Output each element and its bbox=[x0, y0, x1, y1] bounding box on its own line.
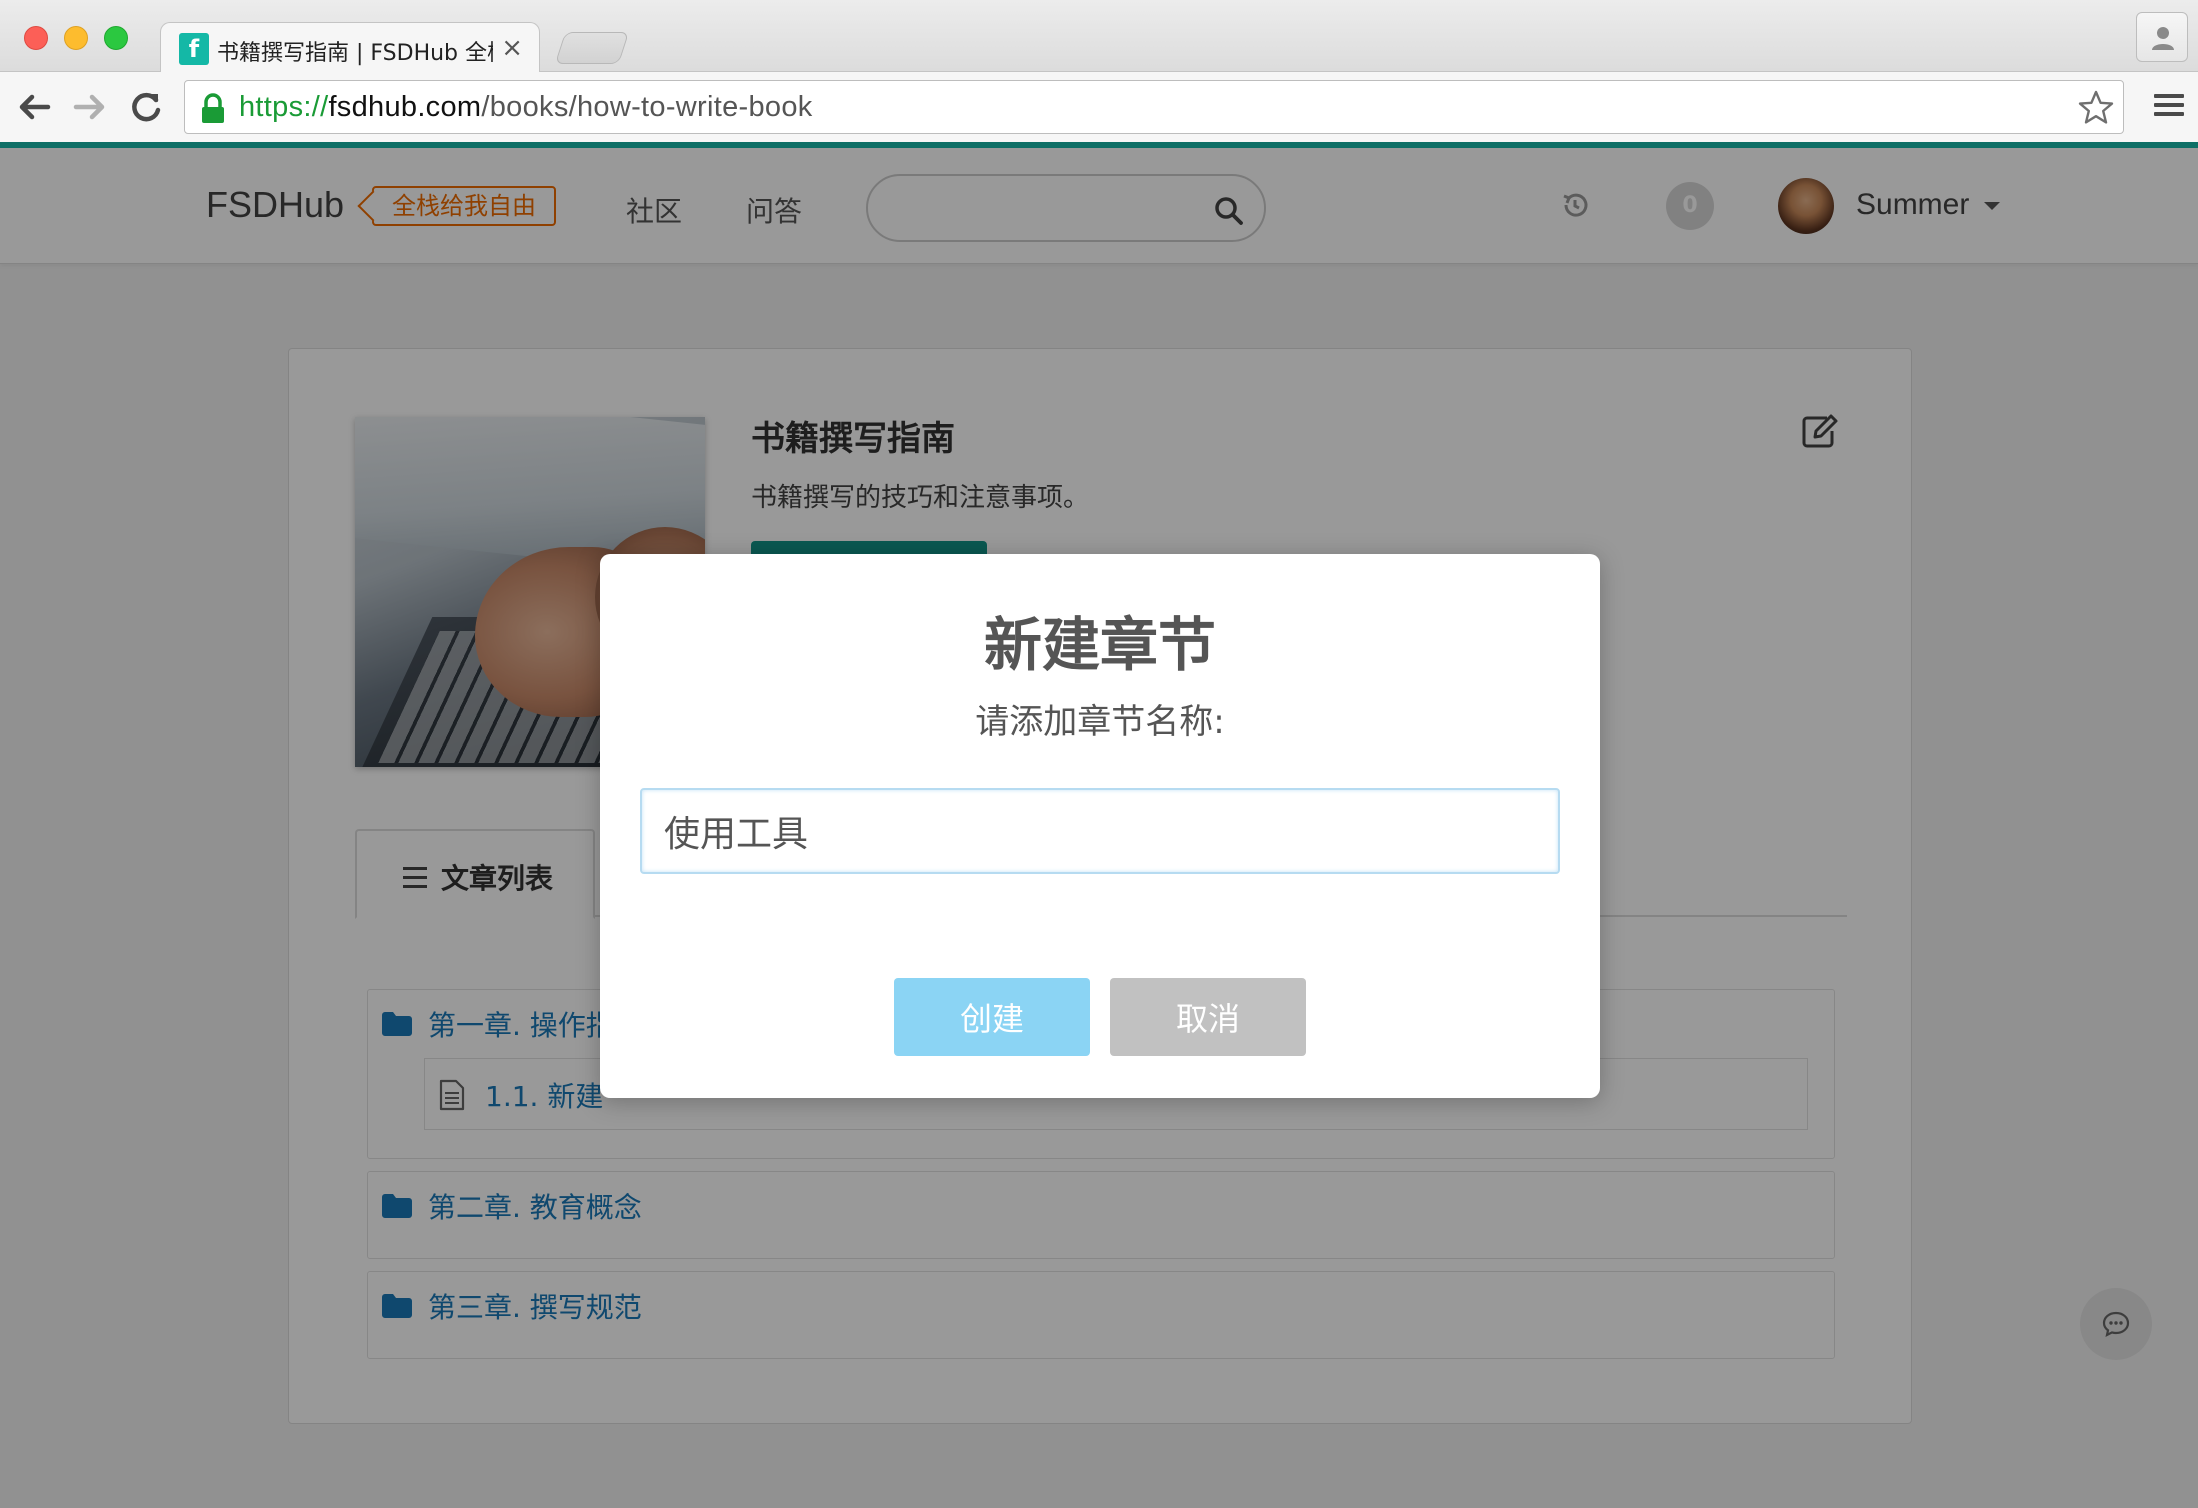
new-tab-button[interactable] bbox=[554, 32, 630, 64]
cancel-button[interactable]: 取消 bbox=[1110, 978, 1306, 1056]
site-favicon-icon: f bbox=[179, 33, 209, 65]
browser-titlebar: f 书籍撰写指南 | FSDHub 全栈 × bbox=[0, 0, 2198, 74]
url-path: /books/how-to-write-book bbox=[481, 91, 813, 123]
forward-button[interactable] bbox=[70, 88, 110, 126]
back-button[interactable] bbox=[14, 88, 54, 126]
close-window-button[interactable] bbox=[24, 26, 48, 50]
back-arrow-icon bbox=[19, 94, 51, 120]
reload-button[interactable] bbox=[126, 88, 166, 126]
url-scheme: https:// bbox=[239, 91, 329, 123]
browser-menu-icon[interactable] bbox=[2154, 94, 2184, 121]
bookmark-star-icon[interactable] bbox=[2077, 89, 2115, 127]
browser-profile-button[interactable] bbox=[2136, 12, 2188, 62]
dialog-subtitle: 请添加章节名称: bbox=[975, 702, 1225, 742]
tab-title: 书籍撰写指南 | FSDHub 全栈 bbox=[217, 41, 493, 66]
address-bar[interactable]: https://fsdhub.com/books/how-to-write-bo… bbox=[184, 80, 2124, 134]
browser-tab-active[interactable]: f 书籍撰写指南 | FSDHub 全栈 × bbox=[160, 22, 540, 74]
create-button[interactable]: 创建 bbox=[894, 978, 1090, 1056]
person-icon bbox=[2152, 27, 2174, 50]
reload-icon bbox=[132, 92, 161, 122]
dialog-title: 新建章节 bbox=[983, 611, 1216, 679]
chapter-name-input[interactable] bbox=[640, 788, 1560, 874]
url-host: fsdhub.com bbox=[328, 91, 482, 123]
lock-icon bbox=[202, 93, 224, 123]
minimize-window-button[interactable] bbox=[64, 26, 88, 50]
new-chapter-dialog: 新建章节 请添加章节名称: 创建 取消 bbox=[600, 554, 1600, 1098]
zoom-window-button[interactable] bbox=[104, 26, 128, 50]
url-text: https://fsdhub.com/books/how-to-write-bo… bbox=[239, 91, 813, 124]
forward-arrow-icon bbox=[73, 94, 105, 120]
browser-toolbar: https://fsdhub.com/books/how-to-write-bo… bbox=[0, 72, 2198, 142]
tab-close-icon[interactable]: × bbox=[501, 33, 523, 63]
